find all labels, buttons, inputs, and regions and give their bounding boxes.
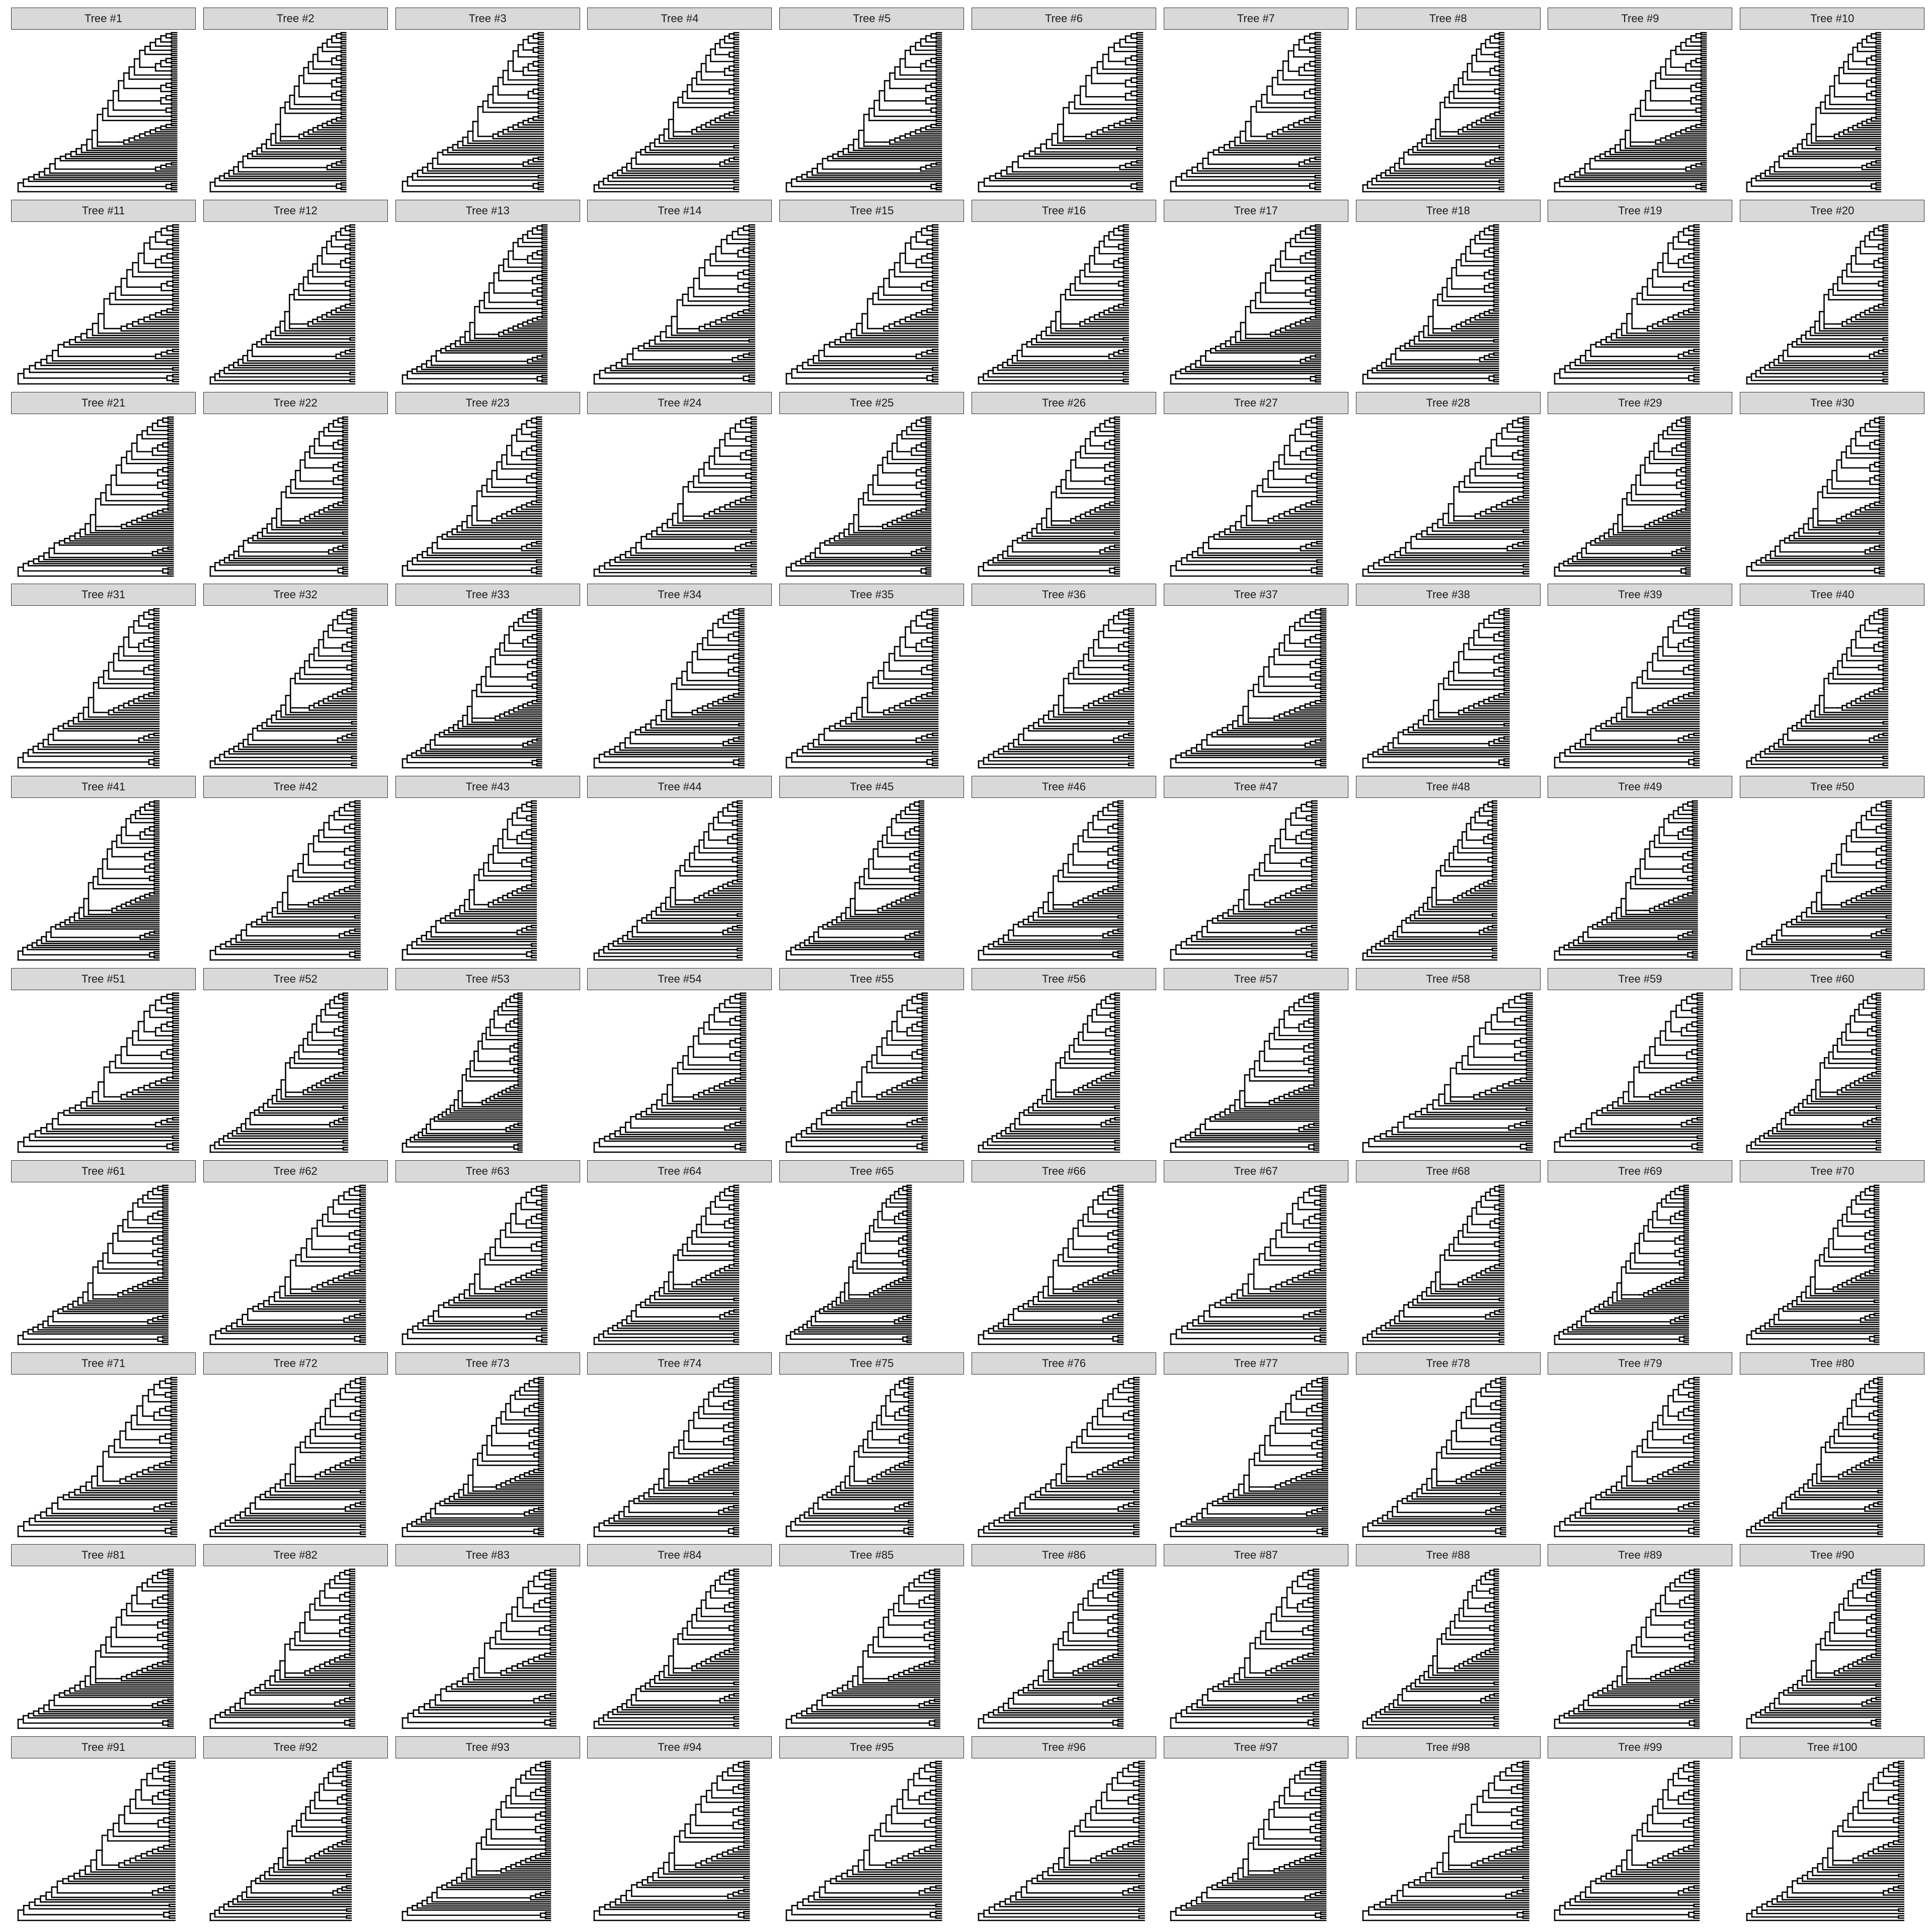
- cladogram: [1356, 223, 1541, 387]
- cladogram-svg: [594, 32, 740, 193]
- cladogram-svg: [1554, 224, 1700, 385]
- tree-panel: Tree #15: [779, 199, 964, 387]
- cladogram-svg: [1170, 32, 1321, 193]
- facet-strip-label: Tree #1: [11, 8, 196, 30]
- facet-strip-label: Tree #13: [395, 199, 580, 222]
- facet-strip-label: Tree #19: [1548, 199, 1733, 222]
- cladogram-svg: [209, 224, 356, 385]
- cladogram: [1740, 31, 1924, 195]
- cladogram-svg: [1554, 32, 1707, 193]
- facet-strip-label: Tree #10: [1740, 8, 1925, 30]
- tree-panel: Tree #7: [1163, 8, 1348, 195]
- tree-facet-grid: Tree #1 Tree #2 Tree #3 Tree #4 Tree #5 Tree …: [0, 0, 1932, 1932]
- tree-panel: Tree #17: [1163, 199, 1348, 387]
- cladogram-svg: [17, 32, 178, 193]
- tree-panel: Tree #3: [395, 8, 580, 195]
- tree-panel: Tree #2: [203, 8, 388, 195]
- cladogram-svg: [1170, 224, 1321, 385]
- cladogram: [587, 31, 772, 195]
- facet-strip-label: Tree #21: [11, 391, 196, 414]
- cladogram-svg: [785, 32, 942, 193]
- tree-panel: Tree #6: [972, 8, 1156, 195]
- cladogram-svg: [1746, 224, 1889, 385]
- facet-strip-label: Tree #6: [972, 8, 1156, 30]
- cladogram: [779, 31, 964, 195]
- facet-strip-label: Tree #7: [1163, 8, 1348, 30]
- tree-panel: Tree #8: [1355, 8, 1541, 195]
- cladogram: [395, 223, 580, 387]
- tree-panel: Tree #13: [395, 199, 580, 387]
- tree-panel: Tree #9: [1548, 8, 1733, 195]
- cladogram-svg: [594, 224, 756, 385]
- tree-panel: Tree #20: [1740, 199, 1925, 387]
- cladogram-svg: [1362, 32, 1504, 193]
- cladogram-svg: [17, 224, 180, 385]
- cladogram: [203, 223, 388, 387]
- cladogram-svg: [1362, 224, 1499, 385]
- facet-strip-label: Tree #18: [1355, 199, 1541, 222]
- cladogram: [203, 416, 388, 579]
- cladogram: [1548, 31, 1732, 195]
- tree-panel: Tree #1: [11, 8, 196, 195]
- facet-strip-label: Tree #4: [587, 8, 772, 30]
- tree-panel: Tree #23: [395, 391, 580, 579]
- cladogram-svg: [978, 224, 1129, 385]
- tree-panel: Tree #4: [587, 8, 772, 195]
- tree-panel: Tree #16: [972, 199, 1156, 387]
- cladogram: [11, 416, 196, 579]
- facet-strip-label: Tree #16: [972, 199, 1156, 222]
- cladogram: [1164, 31, 1348, 195]
- facet-strip-label: Tree #11: [11, 199, 196, 222]
- cladogram-svg: [1746, 32, 1882, 193]
- cladogram: [972, 223, 1156, 387]
- tree-panel: Tree #10: [1740, 8, 1925, 195]
- cladogram: [1356, 31, 1541, 195]
- facet-strip-label: Tree #9: [1548, 8, 1733, 30]
- tree-panel: Tree #22: [203, 391, 388, 579]
- facet-strip-label: Tree #5: [779, 8, 964, 30]
- cladogram: [11, 31, 196, 195]
- cladogram: [779, 223, 964, 387]
- cladogram-svg: [401, 32, 544, 193]
- tree-panel: Tree #21: [11, 391, 196, 579]
- facet-strip-label: Tree #23: [395, 391, 580, 414]
- cladogram: [1740, 223, 1924, 387]
- tree-panel: Tree #11: [11, 199, 196, 387]
- cladogram-svg: [17, 416, 174, 577]
- facet-strip-label: Tree #12: [203, 199, 388, 222]
- facet-strip-label: Tree #2: [203, 8, 388, 30]
- tree-panel: Tree #19: [1548, 199, 1733, 387]
- tree-panel: Tree #12: [203, 199, 388, 387]
- facet-strip-label: Tree #15: [779, 199, 964, 222]
- cladogram-svg: [209, 32, 347, 193]
- tree-panel: Tree #18: [1355, 199, 1541, 387]
- cladogram: [395, 416, 580, 579]
- facet-strip-label: Tree #3: [395, 8, 580, 30]
- cladogram: [972, 31, 1156, 195]
- cladogram: [203, 31, 388, 195]
- facet-strip-label: Tree #14: [587, 199, 772, 222]
- cladogram: [587, 223, 772, 387]
- cladogram: [1164, 223, 1348, 387]
- facet-strip-label: Tree #17: [1163, 199, 1348, 222]
- cladogram-svg: [401, 416, 542, 577]
- cladogram: [395, 31, 580, 195]
- facet-strip-label: Tree #8: [1355, 8, 1541, 30]
- facet-strip-label: Tree #22: [203, 391, 388, 414]
- cladogram: [11, 223, 196, 387]
- tree-panel: Tree #5: [779, 8, 964, 195]
- cladogram-svg: [785, 224, 939, 385]
- tree-panel: Tree #14: [587, 199, 772, 387]
- cladogram: [1548, 223, 1732, 387]
- cladogram-svg: [401, 224, 547, 385]
- cladogram-svg: [209, 416, 348, 577]
- cladogram-svg: [978, 32, 1144, 193]
- facet-strip-label: Tree #20: [1740, 199, 1925, 222]
